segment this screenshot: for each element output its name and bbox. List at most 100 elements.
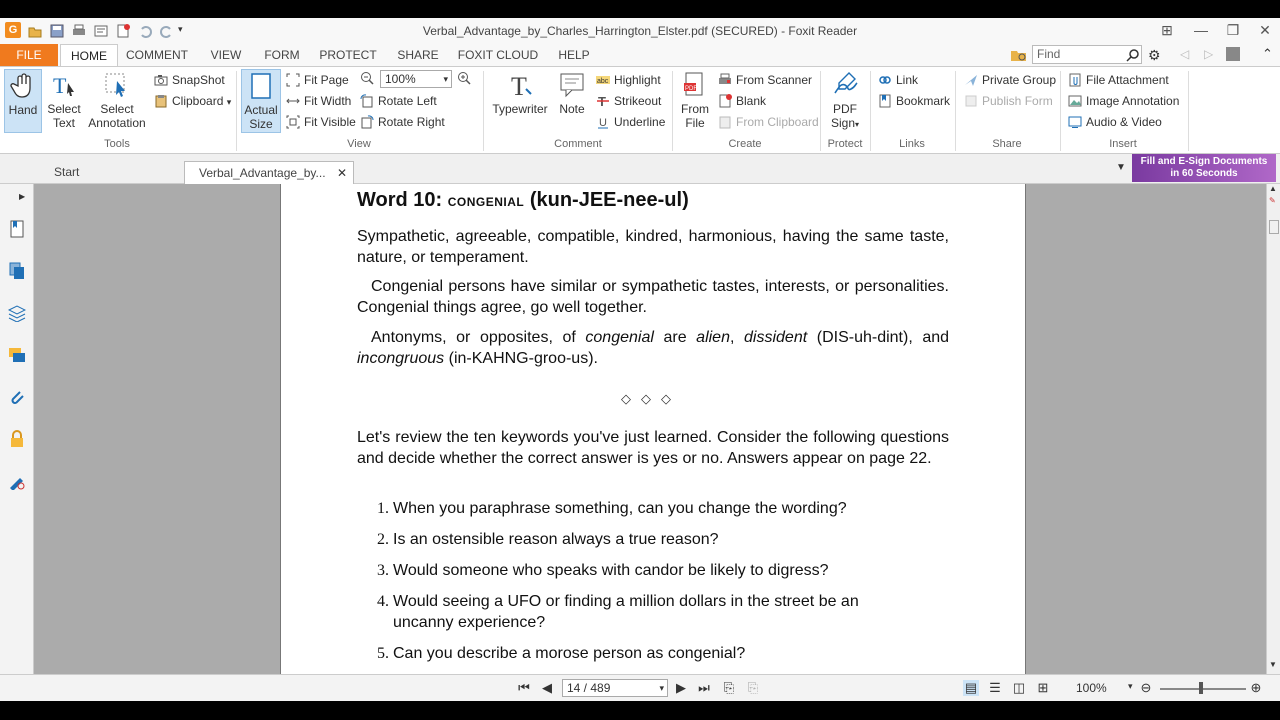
hand-tool-button[interactable]: Hand	[4, 69, 42, 133]
clipboard-dropdown-icon[interactable]: ▾	[227, 97, 232, 107]
file-attachment-button[interactable]: File Attachment	[1068, 71, 1169, 89]
tab-document[interactable]: Verbal_Advantage_by... ✕	[184, 161, 354, 184]
clipboard-icon	[155, 95, 167, 108]
status-zoom-in-icon[interactable]: ⊕	[1248, 680, 1264, 696]
tab-help[interactable]: HELP	[554, 44, 594, 66]
antonyms-text-f: dissident	[744, 329, 808, 346]
back-arrow-icon[interactable]: ◁	[1180, 47, 1189, 61]
tab-comment[interactable]: COMMENT	[124, 44, 190, 66]
tab-home[interactable]: HOME	[60, 44, 118, 66]
expand-panel-arrow-icon[interactable]: ▶	[19, 192, 25, 201]
zoom-dropdown-icon[interactable]: ▾	[443, 71, 448, 87]
strikeout-icon: T	[597, 94, 609, 108]
search-icon[interactable]	[1126, 48, 1140, 62]
fit-page-button[interactable]: Fit Page	[286, 71, 349, 89]
maximize-button[interactable]: ❐	[1218, 20, 1248, 40]
ribbon-display-icon[interactable]: ⊞	[1152, 20, 1182, 40]
tab-view[interactable]: VIEW	[204, 44, 248, 66]
blank-button[interactable]: Blank	[718, 92, 766, 110]
page-number-input[interactable]: 14 / 489 ▾	[562, 679, 668, 697]
rotate-right-icon	[361, 115, 374, 129]
pdf-sign-dropdown-icon[interactable]: ▾	[855, 120, 859, 129]
status-zoom-dropdown-icon[interactable]: ▾	[1128, 681, 1133, 692]
next-page-icon[interactable]: ▶	[673, 680, 689, 696]
page-dropdown-icon[interactable]: ▾	[659, 680, 664, 696]
zoom-slider-track[interactable]	[1160, 688, 1246, 690]
scroll-up-arrow-icon[interactable]: ▲	[1269, 184, 1277, 193]
clipboard-button[interactable]: Clipboard ▾	[154, 92, 231, 110]
comments-panel-icon[interactable]	[8, 346, 26, 364]
first-page-icon[interactable]: ⏮	[516, 680, 532, 696]
select-annotation-button[interactable]: Select Annotation	[86, 69, 148, 130]
previous-view-icon[interactable]: ⎘	[721, 680, 737, 696]
hand-label: Hand	[8, 103, 38, 117]
audio-video-button[interactable]: Audio & Video	[1068, 113, 1162, 131]
status-zoom-out-icon[interactable]: ⊖	[1138, 680, 1154, 696]
next-view-icon[interactable]: ⎘	[745, 680, 761, 696]
side-tool-icon[interactable]: ✎	[1269, 196, 1276, 205]
scroll-thumb[interactable]	[1269, 220, 1279, 234]
zoom-out-icon[interactable]	[360, 71, 374, 85]
forward-arrow-icon[interactable]: ▷	[1204, 47, 1213, 61]
close-button[interactable]: ✕	[1250, 20, 1280, 40]
security-lock-icon[interactable]	[8, 430, 26, 448]
settings-gear-icon[interactable]: ⚙	[1148, 47, 1161, 64]
strikeout-button[interactable]: T Strikeout	[596, 92, 661, 110]
image-annotation-button[interactable]: Image Annotation	[1068, 92, 1179, 110]
rotate-right-button[interactable]: Rotate Right	[360, 113, 445, 131]
select-text-button[interactable]: T Select Text	[44, 69, 84, 130]
pdf-sign-button[interactable]: PDF Sign▾	[826, 69, 864, 132]
vertical-scrollbar[interactable]: ▲ ✎ ▼	[1266, 184, 1280, 674]
publish-form-button[interactable]: Publish Form	[964, 92, 1053, 110]
underline-button[interactable]: U Underline	[596, 113, 665, 131]
tab-foxit-cloud[interactable]: FOXIT CLOUD	[456, 44, 540, 66]
strikeout-label: Strikeout	[614, 94, 662, 108]
fit-width-button[interactable]: Fit Width	[286, 92, 351, 110]
question-text: Would seeing a UFO or finding a million …	[393, 593, 859, 631]
tab-list-dropdown-icon[interactable]: ▼	[1116, 162, 1126, 173]
minimize-button[interactable]: —	[1186, 20, 1216, 40]
tab-file[interactable]: FILE	[0, 44, 58, 66]
snapshot-button[interactable]: SnapShot	[154, 71, 225, 89]
highlight-button[interactable]: abc Highlight	[596, 71, 661, 89]
typewriter-button[interactable]: T Typewriter	[490, 69, 550, 116]
ribbon-collapse-icon[interactable]: ⌃	[1262, 46, 1273, 62]
facing-view-icon[interactable]: ◫	[1011, 680, 1027, 696]
continuous-view-icon[interactable]: ☰	[987, 680, 1003, 696]
bookmark-button[interactable]: Bookmark	[878, 92, 950, 110]
previous-page-icon[interactable]: ◀	[539, 680, 555, 696]
continuous-facing-view-icon[interactable]: ⊞	[1035, 680, 1051, 696]
document-viewer[interactable]: Word 10: CONGENIAL (kun-JEE-nee-ul) Symp…	[34, 184, 1266, 674]
from-scanner-button[interactable]: From Scanner	[718, 71, 812, 89]
close-tab-icon[interactable]: ✕	[337, 162, 347, 184]
private-group-button[interactable]: Private Group	[964, 71, 1056, 89]
status-zoom-value[interactable]: 100%	[1076, 681, 1107, 695]
tab-share[interactable]: SHARE	[392, 44, 444, 66]
link-button[interactable]: Link	[878, 71, 918, 89]
rotate-left-button[interactable]: Rotate Left	[360, 92, 437, 110]
zoom-slider-thumb[interactable]	[1199, 682, 1203, 694]
bookmarks-panel-icon[interactable]	[8, 220, 26, 238]
zoom-in-icon[interactable]	[457, 71, 471, 85]
single-page-view-icon[interactable]: ▤	[963, 680, 979, 696]
user-avatar-icon[interactable]	[1226, 47, 1240, 61]
fill-esign-promo-banner[interactable]: Fill and E-Sign Documents in 60 Seconds	[1132, 154, 1276, 182]
fit-visible-button[interactable]: Fit Visible	[286, 113, 356, 131]
zoom-select[interactable]: 100% ▾	[380, 70, 452, 88]
layers-panel-icon[interactable]	[8, 304, 26, 322]
actual-size-button[interactable]: Actual Size	[241, 69, 281, 133]
folder-search-icon[interactable]	[1010, 47, 1028, 63]
attachments-panel-icon[interactable]	[8, 388, 26, 406]
signature-panel-icon[interactable]	[8, 472, 26, 490]
scroll-down-arrow-icon[interactable]: ▼	[1269, 660, 1277, 669]
pages-panel-icon[interactable]	[8, 262, 26, 280]
from-clipboard-button[interactable]: From Clipboard	[718, 113, 819, 131]
tab-protect[interactable]: PROTECT	[316, 44, 380, 66]
tab-start[interactable]: Start	[40, 161, 180, 184]
question-text: When you paraphrase something, can you c…	[393, 500, 847, 517]
note-button[interactable]: Note	[554, 69, 590, 116]
tab-form[interactable]: FORM	[260, 44, 304, 66]
rotate-left-label: Rotate Left	[378, 94, 437, 108]
from-file-button[interactable]: PDF From File	[676, 69, 714, 130]
last-page-icon[interactable]: ⏭	[696, 680, 712, 696]
